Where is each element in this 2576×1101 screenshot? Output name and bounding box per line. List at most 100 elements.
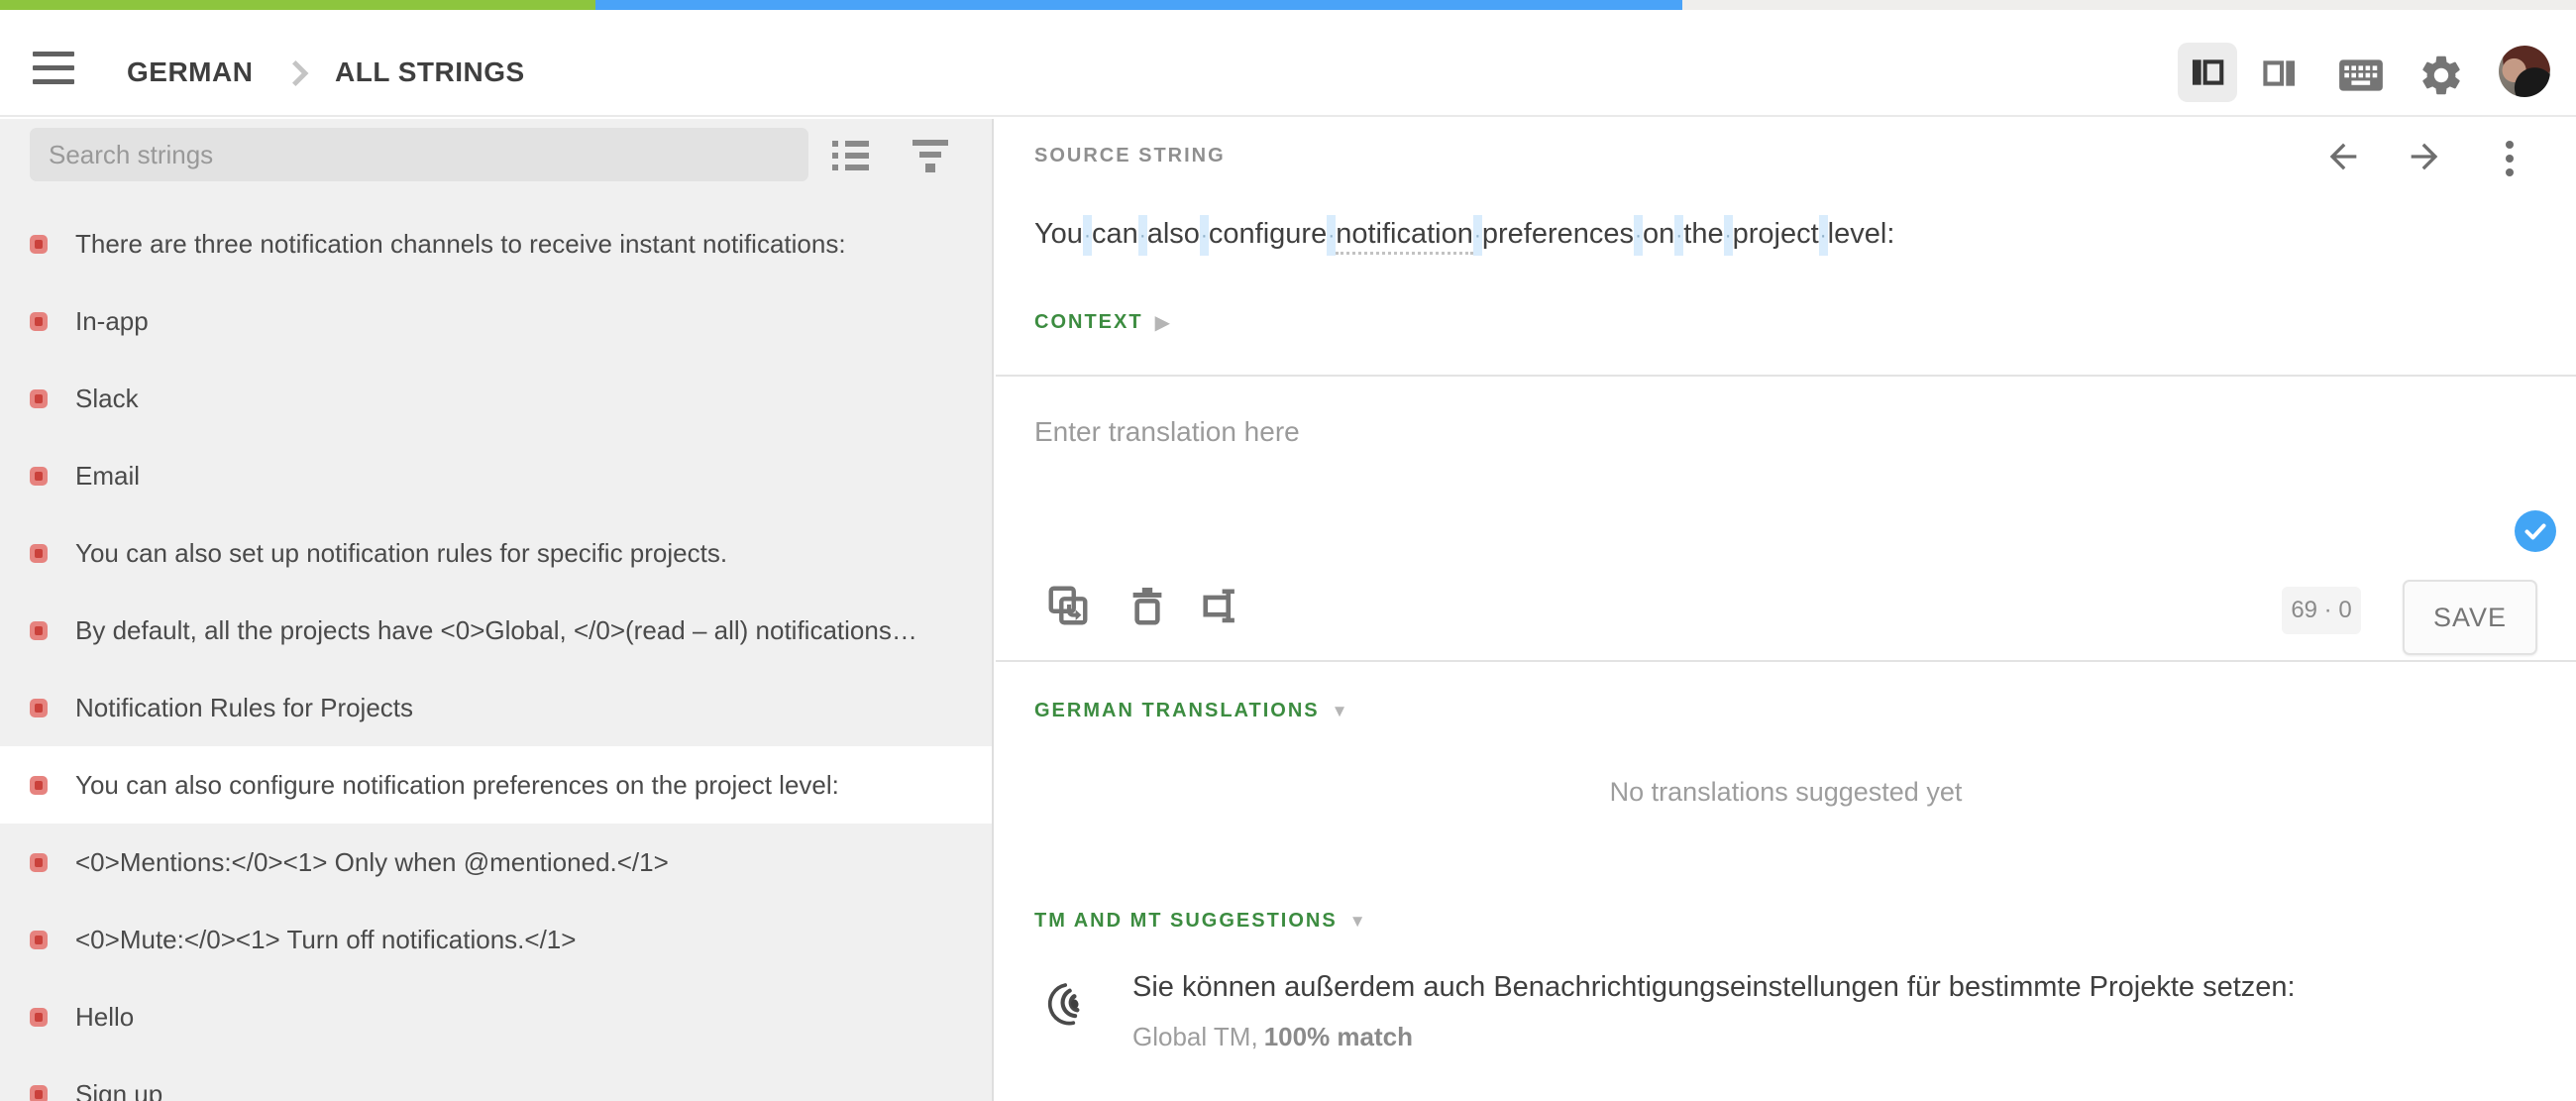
breadcrumb-project[interactable]: GERMAN <box>127 56 253 88</box>
untranslated-status-badge <box>30 389 48 408</box>
string-text: You can also configure notification pref… <box>75 770 839 801</box>
no-translations-message: No translations suggested yet <box>996 777 2576 808</box>
space-marker: · <box>1674 215 1683 256</box>
untranslated-status-badge <box>30 235 48 254</box>
untranslated-status-badge <box>30 931 48 949</box>
untranslated-status-badge <box>30 853 48 872</box>
string-list-item[interactable]: You can also set up notification rules f… <box>0 514 992 592</box>
string-list-item[interactable]: <0>Mute:</0><1> Turn off notifications.<… <box>0 901 992 978</box>
save-button[interactable]: SAVE <box>2403 580 2537 655</box>
panel-left-layout-icon <box>2189 54 2226 91</box>
string-list-item[interactable]: Notification Rules for Projects <box>0 669 992 746</box>
untranslated-status-badge <box>30 467 48 486</box>
string-list-item[interactable]: By default, all the projects have <0>Glo… <box>0 592 992 669</box>
source-word: preferences <box>1482 218 1634 250</box>
avatar[interactable] <box>2499 46 2550 97</box>
tm-match-percent: 100% match <box>1264 1022 1413 1051</box>
settings-button[interactable] <box>2415 50 2467 101</box>
tm-suggestion-body: Sie können außerdem auch Benachrichtigun… <box>1132 971 2296 1052</box>
check-icon <box>2514 509 2557 553</box>
insert-placeholder-button[interactable] <box>1200 583 1245 628</box>
tm-suggestion-item[interactable]: Sie können außerdem auch Benachrichtigun… <box>1039 971 2296 1052</box>
space-marker: · <box>1327 215 1336 256</box>
keyboard-shortcuts-button[interactable] <box>2334 55 2388 95</box>
space-marker: · <box>1473 215 1482 256</box>
string-list-item[interactable]: <0>Mentions:</0><1> Only when @mentioned… <box>0 824 992 901</box>
tm-suggestions-label: TM AND MT SUGGESTIONS <box>1034 910 1338 933</box>
menu-icon[interactable] <box>33 52 74 84</box>
string-list-item[interactable]: Hello <box>0 978 992 1055</box>
top-bar: GERMAN ALL STRINGS <box>0 10 2576 117</box>
right-panel-layout-button[interactable] <box>2255 54 2305 93</box>
untranslated-status-badge <box>30 544 48 563</box>
tm-suggestion-meta: Global TM,100% match <box>1132 1022 2296 1052</box>
space-marker: · <box>1634 215 1643 256</box>
triangle-down-icon: ▼ <box>1332 702 1348 721</box>
context-label: CONTEXT <box>1034 311 1143 334</box>
app-root: GERMAN ALL STRINGS <box>0 0 2576 1101</box>
untranslated-status-badge <box>30 312 48 331</box>
string-text: <0>Mentions:</0><1> Only when @mentioned… <box>75 847 669 878</box>
copy-source-button[interactable] <box>1045 583 1091 628</box>
space-marker: · <box>1083 215 1092 256</box>
string-text: Email <box>75 461 140 492</box>
editor-panel: SOURCE STRING You·can·also·configure·not… <box>996 119 2576 1101</box>
triangle-down-icon: ▼ <box>1349 912 1366 932</box>
source-word: also <box>1147 218 1200 250</box>
strings-sidebar: Search strings There are three notificat… <box>0 119 994 1101</box>
space-marker: · <box>1819 215 1828 256</box>
string-list-item[interactable]: In-app <box>0 282 992 360</box>
untranslated-status-badge <box>30 1008 48 1027</box>
delete-translation-button[interactable] <box>1125 583 1170 628</box>
string-text: There are three notification channels to… <box>75 229 846 260</box>
source-word: on <box>1643 218 1674 250</box>
search-input[interactable]: Search strings <box>30 128 808 181</box>
approve-check-button[interactable] <box>2514 509 2557 553</box>
chevron-right-icon <box>281 54 315 93</box>
next-string-button[interactable] <box>2405 137 2444 176</box>
string-text: In-app <box>75 306 149 337</box>
char-counter: 69 · 0 <box>2282 587 2361 634</box>
tm-origin: Global TM, <box>1132 1022 1258 1051</box>
tm-suggestions-expander[interactable]: TM AND MT SUGGESTIONS ▼ <box>1034 910 1366 933</box>
source-word: level: <box>1828 218 1895 250</box>
string-list-item[interactable]: There are three notification channels to… <box>0 205 992 282</box>
untranslated-status-badge <box>30 1085 48 1101</box>
space-marker: · <box>1724 215 1733 256</box>
string-list-item[interactable]: You can also configure notification pref… <box>0 746 992 824</box>
context-expander[interactable]: CONTEXT ▶ <box>1034 310 1170 335</box>
search-placeholder: Search strings <box>49 140 213 170</box>
list-view-icon[interactable] <box>832 137 870 174</box>
string-text: Hello <box>75 1002 134 1033</box>
source-word: the <box>1683 218 1723 250</box>
untranslated-status-badge <box>30 776 48 795</box>
left-panel-layout-button[interactable] <box>2178 43 2237 102</box>
breadcrumb-section[interactable]: ALL STRINGS <box>335 56 525 88</box>
string-list-item[interactable]: Sign up <box>0 1055 992 1101</box>
source-word: configure <box>1209 218 1327 250</box>
more-options-icon[interactable] <box>2494 141 2525 176</box>
progress-translated-segment <box>0 0 595 10</box>
untranslated-status-badge <box>30 621 48 640</box>
string-text: <0>Mute:</0><1> Turn off notifications.<… <box>75 925 576 955</box>
string-list-item[interactable]: Slack <box>0 360 992 437</box>
progress-reviewed-segment <box>595 0 1682 10</box>
string-text: By default, all the projects have <0>Glo… <box>75 615 917 646</box>
source-word: can <box>1092 218 1138 250</box>
keyboard-icon <box>2336 56 2386 94</box>
tm-suggestion-text: Sie können außerdem auch Benachrichtigun… <box>1132 971 2296 1004</box>
string-text: Slack <box>75 384 139 414</box>
divider <box>996 660 2576 662</box>
space-marker: · <box>1200 215 1209 256</box>
panel-right-layout-icon <box>2261 55 2299 92</box>
previous-string-button[interactable] <box>2323 137 2363 176</box>
source-word: You <box>1034 218 1083 250</box>
string-text: You can also set up notification rules f… <box>75 538 727 569</box>
string-list-item[interactable]: Email <box>0 437 992 514</box>
string-text: Sign up <box>75 1079 162 1101</box>
german-translations-expander[interactable]: GERMAN TRANSLATIONS ▼ <box>1034 700 1347 722</box>
gear-icon <box>2417 52 2465 99</box>
filter-icon[interactable] <box>912 137 949 174</box>
space-marker: · <box>1138 215 1147 256</box>
triangle-right-icon: ▶ <box>1155 310 1170 335</box>
